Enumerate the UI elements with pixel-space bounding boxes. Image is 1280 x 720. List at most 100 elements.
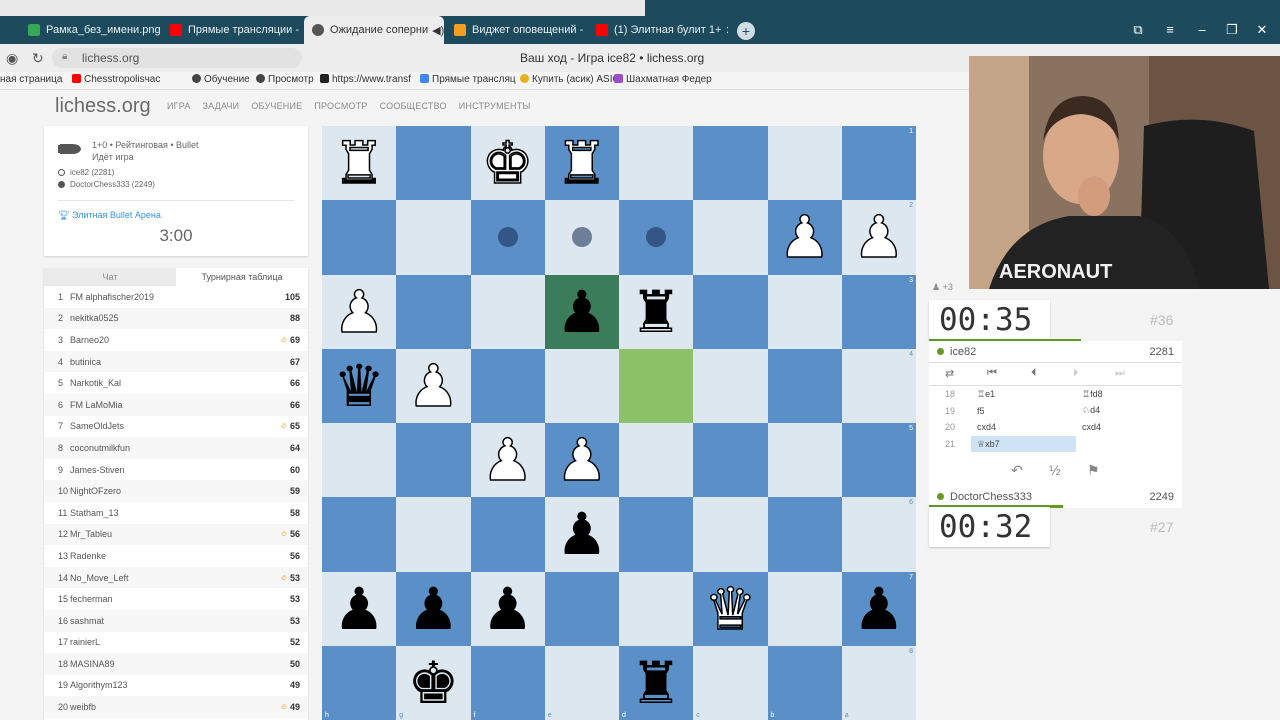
board-square[interactable]: ♜︎ d: [619, 645, 694, 720]
board-square[interactable]: [544, 571, 619, 646]
board-square[interactable]: [767, 423, 842, 498]
tab-chat[interactable]: Чат: [44, 268, 176, 286]
standing-row[interactable]: 1 FM alphafischer2019 105: [44, 286, 308, 308]
standing-row[interactable]: 18 MASINA89 50: [44, 653, 308, 675]
white-pawn-icon[interactable]: ♟︎: [778, 208, 832, 268]
menu-icon[interactable]: ≡: [1160, 22, 1180, 37]
standing-row[interactable]: 12 Mr_Tableu 🔥︎ 56: [44, 523, 308, 546]
white-move[interactable]: f5: [971, 406, 1076, 416]
resign-button[interactable]: ⚑: [1087, 462, 1100, 479]
board-square[interactable]: [619, 348, 694, 423]
nav-puzzles[interactable]: ЗАДАЧИ: [203, 101, 240, 111]
move-hint-icon[interactable]: [646, 227, 667, 248]
board-square[interactable]: ♜︎: [619, 274, 694, 349]
board-square[interactable]: e: [544, 645, 619, 720]
white-player-info[interactable]: ice82 (2281): [58, 168, 114, 177]
standing-row[interactable]: 15 fecherman 53: [44, 588, 308, 610]
board-square[interactable]: [396, 497, 471, 572]
board-square[interactable]: [693, 274, 768, 349]
takeback-button[interactable]: ↶: [1011, 462, 1023, 479]
standing-name[interactable]: MASINA89: [70, 659, 290, 669]
board-square[interactable]: [396, 274, 471, 349]
offer-draw-button[interactable]: ½: [1049, 462, 1061, 478]
board-square[interactable]: [396, 126, 471, 201]
reload-icon[interactable]: ↻: [32, 50, 44, 67]
board-square[interactable]: [322, 497, 397, 572]
white-pawn-icon[interactable]: ♟︎: [332, 282, 386, 342]
black-king-icon[interactable]: ♚︎: [407, 654, 459, 712]
bookmark-1[interactable]: ная страница: [0, 74, 62, 85]
standing-name[interactable]: rainierL: [70, 637, 290, 647]
board-square[interactable]: ♛︎: [322, 348, 397, 423]
close-window-icon[interactable]: ✕: [1252, 22, 1272, 38]
site-logo[interactable]: lichess.org: [55, 95, 151, 118]
standing-row[interactable]: 17 rainierL 52: [44, 632, 308, 654]
tab-search-icon[interactable]: ⧉: [1128, 22, 1148, 38]
board-square[interactable]: [396, 423, 471, 498]
board-square[interactable]: [693, 126, 768, 201]
standing-row[interactable]: 16 sashmat 53: [44, 609, 308, 632]
standing-name[interactable]: fecherman: [70, 594, 290, 604]
top-player[interactable]: ice82 2281: [929, 341, 1182, 363]
board-square[interactable]: [619, 200, 694, 275]
standing-row[interactable]: 4 butinica 67: [44, 350, 308, 373]
board-square[interactable]: [767, 126, 842, 201]
standing-name[interactable]: nekitka0525: [70, 313, 290, 323]
flip-board-icon[interactable]: ⇄: [945, 367, 954, 380]
standing-name[interactable]: Mr_Tableu: [70, 529, 281, 539]
board-square[interactable]: [767, 497, 842, 572]
maximize-icon[interactable]: ❐: [1222, 22, 1242, 38]
standing-name[interactable]: James-Stiven: [70, 465, 290, 475]
standing-name[interactable]: Statham_13: [70, 508, 290, 518]
arena-link[interactable]: 🏆︎ Элитная Bullet Арена: [58, 210, 161, 221]
board-square[interactable]: ♟︎: [396, 571, 471, 646]
black-pawn-icon[interactable]: ♟︎: [556, 505, 608, 563]
standing-row[interactable]: 3 Barneo20 🔥︎ 69: [44, 329, 308, 351]
standing-name[interactable]: Radenke: [70, 551, 290, 561]
board-square[interactable]: [396, 200, 471, 275]
black-rook-icon[interactable]: ♜︎: [630, 654, 682, 712]
white-rook-icon[interactable]: ♜︎: [332, 133, 386, 193]
black-pawn-icon[interactable]: ♟︎: [407, 580, 459, 638]
board-square[interactable]: ♟︎: [470, 571, 545, 646]
board-square[interactable]: [767, 571, 842, 646]
nav-community[interactable]: СООБЩЕСТВО: [380, 101, 447, 111]
standing-name[interactable]: butinica: [70, 357, 290, 367]
board-square[interactable]: ♟︎ 2: [841, 200, 916, 275]
black-move[interactable]: ♖fd8: [1076, 389, 1181, 400]
white-move[interactable]: ♕xb7: [971, 435, 1076, 452]
standing-name[interactable]: NightOFzero: [70, 486, 290, 496]
black-pawn-icon[interactable]: ♟︎: [333, 580, 385, 638]
board-square[interactable]: 8a: [841, 645, 916, 720]
board-square[interactable]: [322, 423, 397, 498]
board-square[interactable]: [470, 200, 545, 275]
board-square[interactable]: h: [322, 645, 397, 720]
black-queen-icon[interactable]: ♛︎: [333, 357, 385, 415]
board-square[interactable]: [470, 348, 545, 423]
board-square[interactable]: [544, 200, 619, 275]
prev-move-icon[interactable]: ⏴︎: [1031, 367, 1037, 380]
white-move[interactable]: ♖e1: [971, 389, 1076, 400]
board-square[interactable]: b: [767, 645, 842, 720]
black-rook-icon[interactable]: ♜︎: [630, 283, 682, 341]
black-pawn-icon[interactable]: ♟︎: [853, 580, 905, 638]
board-square[interactable]: [544, 348, 619, 423]
nav-play[interactable]: ИГРА: [167, 101, 191, 111]
bookmark-8[interactable]: Шахматная Федер: [614, 74, 712, 85]
standing-name[interactable]: FM alphafischer2019: [70, 292, 285, 302]
board-square[interactable]: ♜︎: [322, 126, 397, 201]
white-pawn-icon[interactable]: ♟︎: [555, 430, 609, 490]
tab-2[interactable]: Прямые трансляции - You: [162, 16, 302, 44]
standing-name[interactable]: Narkotik_Kal: [70, 378, 290, 388]
url-field[interactable]: 🔒︎ lichess.org: [52, 48, 302, 68]
board-square[interactable]: 1: [841, 126, 916, 201]
standing-name[interactable]: SameOldJets: [70, 421, 281, 431]
board-square[interactable]: ♟︎: [544, 274, 619, 349]
black-player-info[interactable]: DoctorChess333 (2249): [58, 180, 155, 189]
board-square[interactable]: ♚︎ g: [396, 645, 471, 720]
bookmark-5[interactable]: https://www.transf: [320, 74, 411, 85]
move-hint-icon[interactable]: [571, 227, 592, 248]
white-rook-icon[interactable]: ♜︎: [555, 133, 609, 193]
standing-row[interactable]: 20 weibfb 🔥︎ 49: [44, 696, 308, 718]
white-pawn-icon[interactable]: ♟︎: [407, 356, 461, 416]
